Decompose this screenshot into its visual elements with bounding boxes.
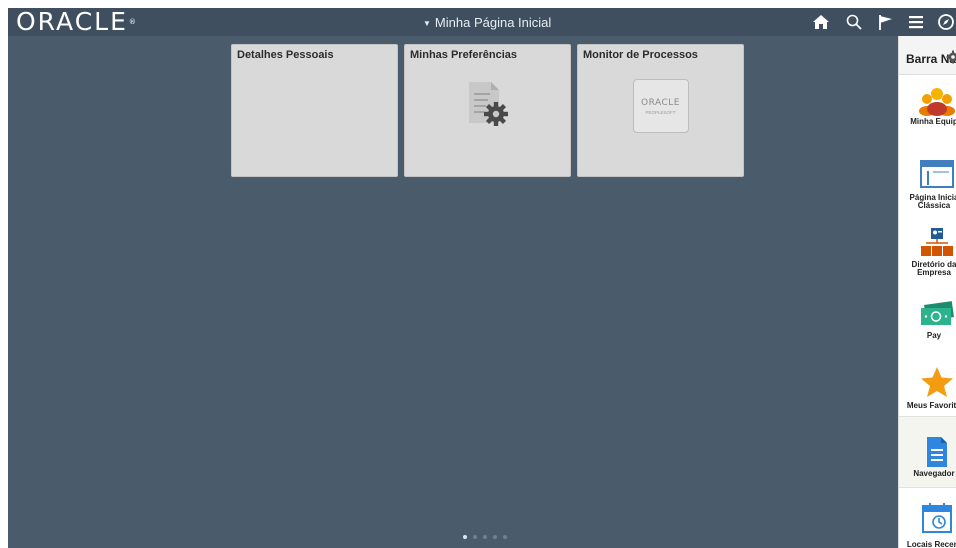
- page-dot-5[interactable]: [503, 535, 507, 539]
- tile-monitor-de-processos[interactable]: Monitor de Processos ORACLE PEOPLESOFT: [577, 44, 744, 177]
- page-dot-4[interactable]: [493, 535, 497, 539]
- page-indicator: [463, 535, 507, 539]
- app-frame: ORACLE® ▼ Minha Página Inicial Detalhes P…: [0, 0, 956, 548]
- money-icon: [919, 300, 955, 332]
- navbar-header: Barra Nav: [899, 36, 956, 75]
- page-dot-1[interactable]: [463, 535, 467, 539]
- navbar-item-minha-equipe[interactable]: Minha Equip: [899, 80, 956, 150]
- tile-title: Monitor de Processos: [583, 49, 698, 61]
- tile-minhas-preferencias[interactable]: Minhas Preferências: [404, 44, 571, 177]
- navbar-item-navegador[interactable]: Navegador: [899, 416, 956, 488]
- navbar-item-label: Meus Favorito: [906, 401, 956, 410]
- navbar-item-pay[interactable]: Pay: [899, 298, 956, 368]
- settings-gear-icon[interactable]: [946, 50, 956, 69]
- navbar-item-diretorio-da-empresa[interactable]: Diretório da Empresa: [899, 226, 956, 296]
- header-bar: ORACLE® ▼ Minha Página Inicial: [8, 8, 956, 36]
- oracle-logo: ORACLE®: [16, 7, 138, 36]
- navbar-panel: Barra Nav Minha Equip: [898, 36, 956, 548]
- page-title: Minha Página Inicial: [434, 15, 552, 30]
- team-icon: [919, 84, 955, 116]
- page-dot-3[interactable]: [483, 535, 487, 539]
- navbar-item-label: Navegador: [913, 469, 955, 478]
- window-icon: [919, 159, 955, 191]
- caret-down-icon: ▼: [423, 19, 431, 28]
- home-icon[interactable]: [811, 12, 831, 32]
- org-chart-icon: [919, 226, 955, 258]
- navbar-item-label-line2: Clássica: [917, 201, 951, 210]
- oracle-peoplesoft-logo: ORACLE PEOPLESOFT: [578, 79, 743, 133]
- page-title-dropdown[interactable]: ▼ Minha Página Inicial: [423, 16, 551, 31]
- calendar-icon: [919, 502, 955, 534]
- tile-title: Detalhes Pessoais: [237, 49, 334, 61]
- navbar-item-label: Minha Equip: [910, 117, 956, 126]
- document-icon: [919, 436, 955, 468]
- navbar-item-label: Locais Recent: [906, 540, 956, 548]
- navbar-item-label: Pay: [926, 331, 942, 340]
- gear-document-icon: [405, 79, 570, 129]
- star-icon: [919, 366, 955, 398]
- homepage-content: Detalhes Pessoais Minhas Preferências Mo…: [8, 36, 898, 548]
- navbar-item-label-line2: Empresa: [917, 268, 951, 277]
- page-dot-2[interactable]: [473, 535, 477, 539]
- tile-detalhes-pessoais[interactable]: Detalhes Pessoais: [231, 44, 398, 177]
- compass-icon[interactable]: [936, 12, 956, 32]
- search-icon[interactable]: [844, 12, 864, 32]
- menu-icon[interactable]: [906, 12, 926, 32]
- navbar-item-pagina-inicial-classica[interactable]: Página Inicia Clássica: [899, 156, 956, 226]
- flag-icon[interactable]: [876, 12, 896, 32]
- tile-title: Minhas Preferências: [410, 49, 517, 61]
- navbar-item-locais-recentes[interactable]: Locais Recent: [899, 496, 956, 548]
